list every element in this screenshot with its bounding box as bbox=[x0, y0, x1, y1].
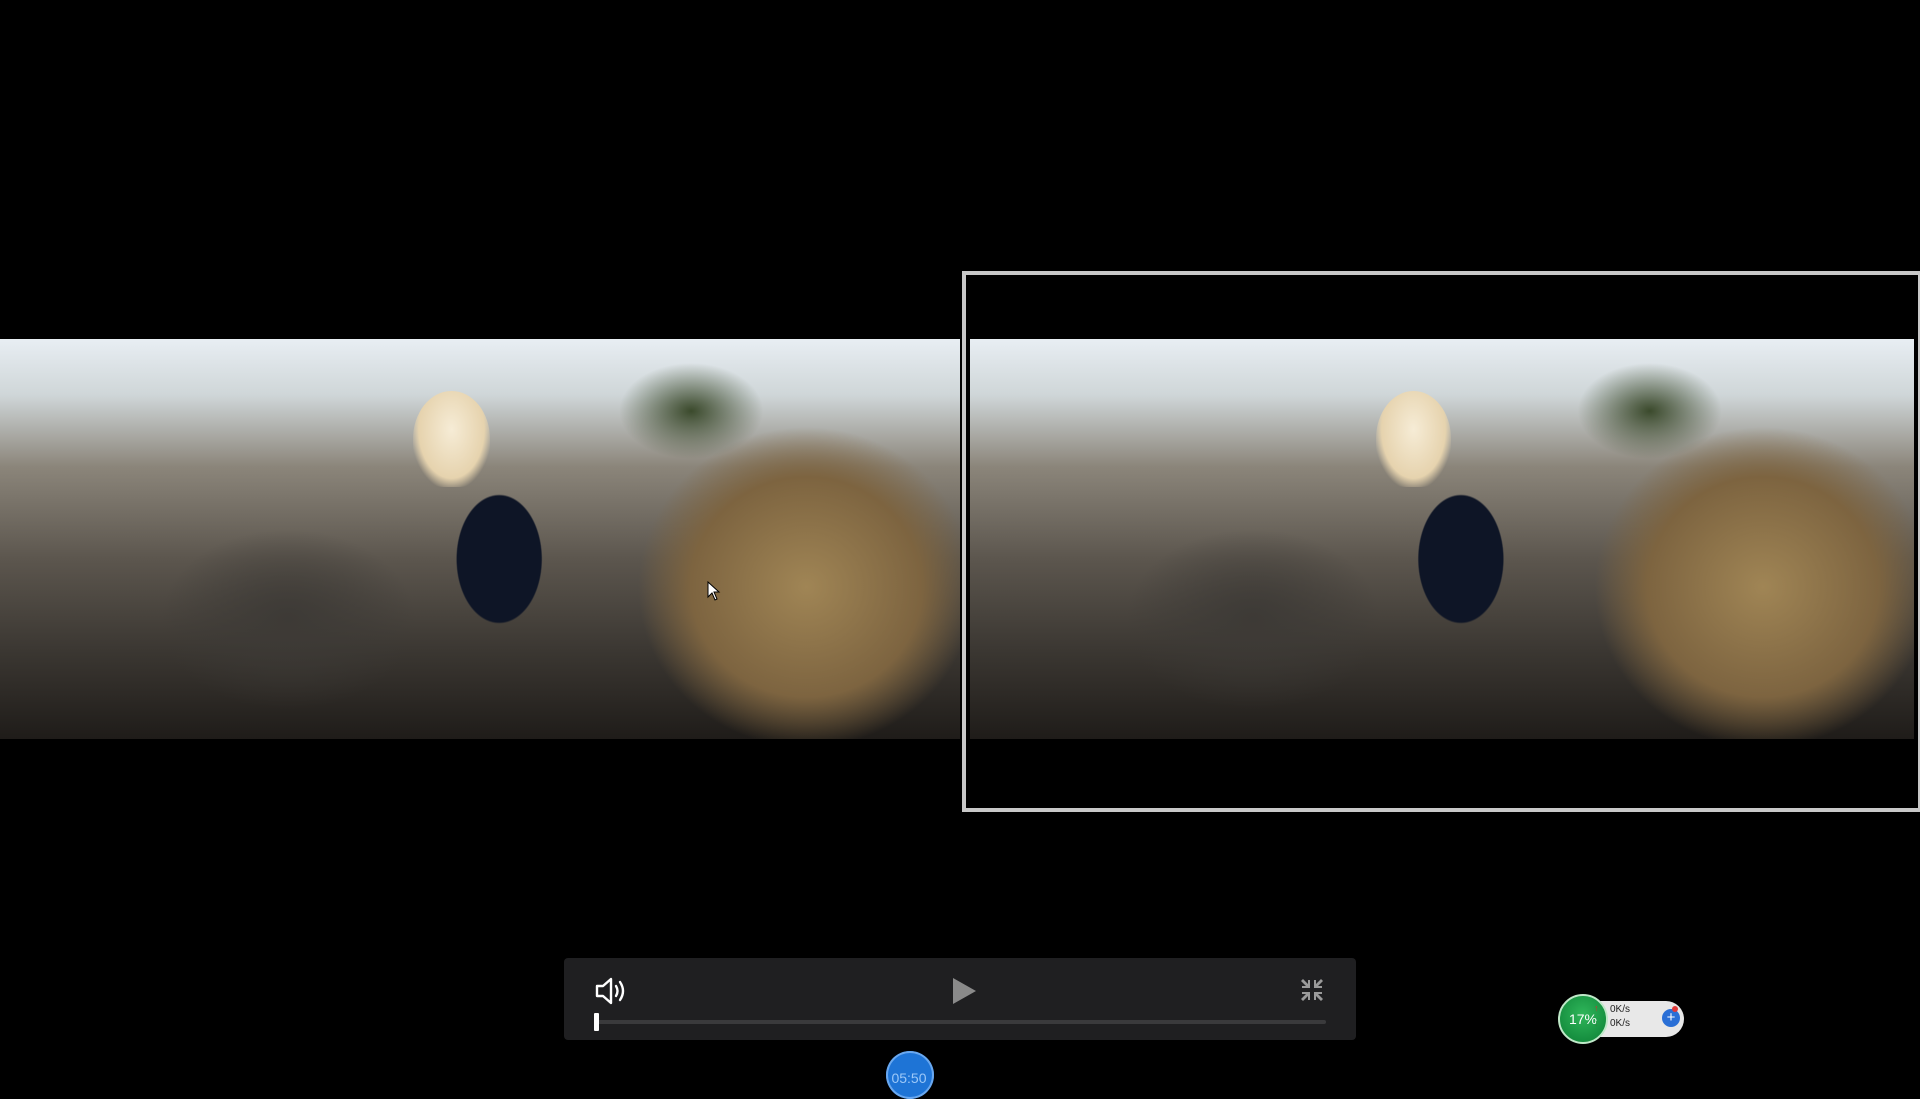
player-control-bar bbox=[564, 958, 1356, 1040]
time-tooltip: 05:50 bbox=[886, 1051, 934, 1099]
time-tooltip-label: 05:50 bbox=[891, 1070, 927, 1086]
network-monitor-widget[interactable]: 17% ↑ 0K/s ↓ 0K/s + bbox=[1558, 994, 1686, 1044]
mouse-cursor-icon bbox=[707, 581, 721, 601]
plus-icon[interactable]: + bbox=[1662, 1009, 1680, 1027]
progress-track[interactable] bbox=[594, 1013, 1326, 1031]
play-icon[interactable] bbox=[949, 975, 979, 1007]
right-video-frame[interactable] bbox=[970, 339, 1914, 739]
upload-speed: ↑ 0K/s bbox=[1594, 1003, 1631, 1015]
download-speed-value: 0K/s bbox=[1610, 1018, 1631, 1029]
cpu-percent: 17% bbox=[1568, 1011, 1598, 1027]
upload-arrow-icon: ↑ bbox=[1594, 1003, 1599, 1013]
left-video-frame[interactable] bbox=[0, 339, 960, 739]
download-arrow-icon: ↓ bbox=[1594, 1018, 1599, 1028]
progress-thumb[interactable] bbox=[594, 1013, 599, 1031]
collapse-icon[interactable] bbox=[1299, 977, 1325, 1003]
notification-dot bbox=[1672, 1006, 1678, 1012]
download-speed: ↓ 0K/s bbox=[1594, 1018, 1631, 1029]
right-video-panel[interactable] bbox=[962, 271, 1920, 812]
upload-speed-value: 0K/s bbox=[1610, 1004, 1631, 1015]
cpu-usage-badge[interactable]: 17% bbox=[1558, 994, 1608, 1044]
speaker-icon[interactable] bbox=[594, 976, 628, 1006]
